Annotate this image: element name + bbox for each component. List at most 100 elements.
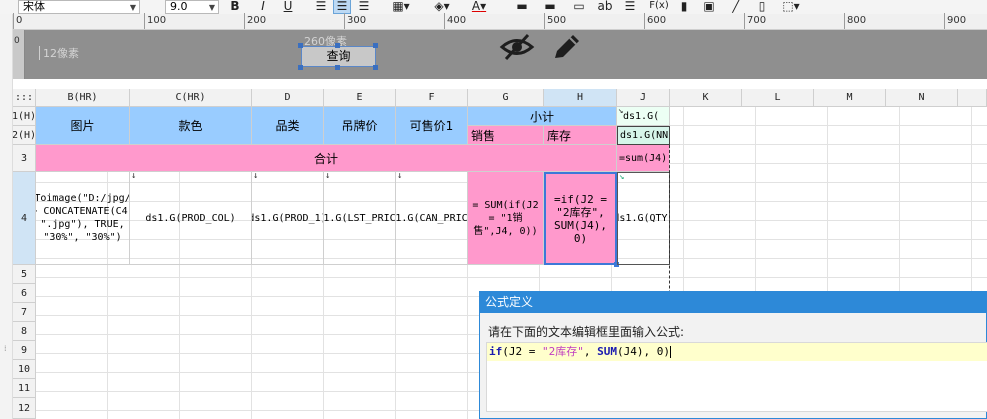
resize-handle[interactable] xyxy=(335,43,340,48)
ruler-tick xyxy=(944,13,945,29)
font-name-select[interactable]: 宋体 ▼ xyxy=(18,0,140,14)
column-header-c[interactable]: C(HR) xyxy=(130,89,252,107)
dialog-title[interactable]: 公式定义 xyxy=(480,292,987,313)
column-header-d[interactable]: D xyxy=(252,89,324,107)
row-header-4[interactable]: 4 xyxy=(13,172,36,265)
ruler-label: 100 xyxy=(147,15,167,26)
resize-handle[interactable] xyxy=(373,65,378,70)
ruler-label: 900 xyxy=(947,15,967,26)
font-color-button[interactable]: A▾ xyxy=(466,0,492,13)
pencil-icon[interactable] xyxy=(549,32,583,62)
font-size-select[interactable]: 9.0 ▼ xyxy=(165,0,219,14)
ruler-label: 800 xyxy=(847,15,867,26)
expand-arrow-icon: ↓ xyxy=(325,172,331,181)
label-widget[interactable]: 12像素 xyxy=(39,45,91,61)
column-header-k[interactable]: K xyxy=(670,89,742,107)
column-header-m[interactable]: M xyxy=(814,89,886,107)
cell-h4-selected-formula[interactable]: =if(J2 = "2库存", SUM(J4), 0) xyxy=(544,172,617,265)
chart-icon[interactable]: ▮ xyxy=(676,0,692,13)
splitter-grip-icon[interactable]: ⁞ xyxy=(4,344,7,353)
image-icon[interactable]: ▣ xyxy=(701,0,717,13)
formula-text[interactable]: if(J2 = "2库存", SUM(J4), 0) xyxy=(487,343,987,361)
column-header-j[interactable]: J xyxy=(617,89,670,107)
formula-token-sum: SUM xyxy=(597,345,617,358)
chevron-down-icon: ▼ xyxy=(129,3,136,12)
query-button[interactable]: 查询 xyxy=(301,46,376,67)
resize-handle[interactable] xyxy=(298,65,303,70)
parameter-panel: 0 12像素 260像素 查询 xyxy=(13,30,987,79)
column-header-f[interactable]: F xyxy=(396,89,468,107)
cell-g1-subtotal-header[interactable]: 小计 xyxy=(468,107,617,126)
cell-j3-sum[interactable]: =sum(J4) xyxy=(617,145,670,172)
cell-b1-image-header[interactable]: 图片 xyxy=(36,107,130,145)
italic-button[interactable]: I xyxy=(256,0,270,13)
split-icon[interactable]: ▬ xyxy=(542,0,558,13)
vertical-ruler: 0 xyxy=(13,30,25,79)
formula-editor[interactable]: if(J2 = "2库存", SUM(J4), 0) xyxy=(486,342,987,412)
cell-b3-total[interactable]: 合计 xyxy=(36,145,617,172)
widget-icon[interactable]: ▯ xyxy=(754,0,770,13)
column-header-h[interactable]: H xyxy=(544,89,617,107)
cell-j4-qty[interactable]: ↘ ds1.G(QTY) xyxy=(617,172,670,265)
cell-c1-style-header[interactable]: 款色 xyxy=(130,107,252,145)
column-header-blank xyxy=(958,89,987,107)
row-header-12[interactable]: 12 xyxy=(13,398,36,419)
insert-row-icon[interactable]: ▭ xyxy=(570,0,588,13)
cell-border-icon[interactable]: ⬚▾ xyxy=(780,0,802,13)
cell-g4-sum-formula[interactable]: = SUM(if(J2 = "1销售",J4, 0)) xyxy=(468,172,544,265)
row-header-9[interactable]: 9 xyxy=(13,341,36,360)
cell-b4-toimage[interactable]: =Toimage("D:/jpg/" + CONCATENATE(C4, ".j… xyxy=(36,172,130,265)
column-header-b[interactable]: B(HR) xyxy=(36,89,130,107)
align-left-icon[interactable]: ☰ xyxy=(313,0,329,13)
cell-e1-tag-price-header[interactable]: 吊牌价 xyxy=(324,107,396,145)
fill-color-icon[interactable]: ◈▾ xyxy=(429,0,455,13)
ruler-label: 600 xyxy=(647,15,667,26)
border-icon[interactable]: ▦▾ xyxy=(388,0,414,13)
cell-f4-can-price[interactable]: ↓ ds1.G(CAN_PRICE) xyxy=(396,172,468,265)
cell-j2-text: ds1.G(NN xyxy=(620,130,669,141)
ruler-tick xyxy=(344,13,345,29)
column-header-l[interactable]: L xyxy=(742,89,814,107)
row-header-10[interactable]: 10 xyxy=(13,360,36,379)
wrap-icon[interactable]: ☰ xyxy=(622,0,638,13)
cell-h2-stock[interactable]: 库存 xyxy=(544,126,617,145)
cell-g2-sales[interactable]: 销售 xyxy=(468,126,544,145)
toolbar: 宋体 ▼ 9.0 ▼ B I U ☰ ☰ ☰ ▦▾ ◈▾ A▾ ▬ ▬ ▭ ab… xyxy=(0,0,987,14)
cell-d1-category-header[interactable]: 品类 xyxy=(252,107,324,145)
row-header-11[interactable]: 11 xyxy=(13,379,36,398)
column-header-e[interactable]: E xyxy=(324,89,396,107)
align-right-icon[interactable]: ☰ xyxy=(356,0,372,13)
font-color-label: A xyxy=(471,0,481,13)
row-header-2[interactable]: 2(H) xyxy=(13,126,36,145)
expand-arrow-icon: ↓ xyxy=(131,172,137,181)
cell-c4-prod-col[interactable]: ↓ ds1.G(PROD_COL) xyxy=(130,172,252,265)
expand-arrow-icon: ↘ xyxy=(618,107,624,116)
row-header-6[interactable]: 6 xyxy=(13,284,36,303)
bold-button[interactable]: B xyxy=(228,0,242,13)
cell-d4-prod[interactable]: ↓ ds1.G(PROD_1) xyxy=(252,172,324,265)
row-header-3[interactable]: 3 xyxy=(13,145,36,172)
formula-token: (J4), 0) xyxy=(617,345,670,358)
resize-handle[interactable] xyxy=(335,65,340,70)
ruler-tick xyxy=(244,13,245,29)
row-header-8[interactable]: 8 xyxy=(13,322,36,341)
text-button[interactable]: ab xyxy=(597,0,613,13)
underline-button[interactable]: U xyxy=(281,0,295,13)
select-all-corner[interactable]: ::: xyxy=(13,89,36,107)
cell-e4-lst-price[interactable]: ↓ ds1.G(LST_PRICE) xyxy=(324,172,396,265)
cell-j2[interactable]: ds1.G(NN xyxy=(617,126,670,145)
cell-f1-sale-price-header[interactable]: 可售价1 xyxy=(396,107,468,145)
cell-j1[interactable]: ↘ ds1.G( xyxy=(617,107,670,126)
formula-button[interactable]: F(x) xyxy=(648,0,670,13)
slash-icon[interactable]: ╱ xyxy=(728,0,744,13)
row-header-5[interactable]: 5 xyxy=(13,265,36,284)
merge-icon[interactable]: ▬ xyxy=(514,0,530,13)
row-header-1[interactable]: 1(H) xyxy=(13,107,36,126)
resize-handle[interactable] xyxy=(298,43,303,48)
align-center-icon[interactable]: ☰ xyxy=(333,0,351,14)
column-header-n[interactable]: N xyxy=(886,89,958,107)
column-header-g[interactable]: G xyxy=(468,89,544,107)
resize-handle[interactable] xyxy=(373,43,378,48)
eye-off-icon[interactable] xyxy=(499,32,535,62)
row-header-7[interactable]: 7 xyxy=(13,303,36,322)
